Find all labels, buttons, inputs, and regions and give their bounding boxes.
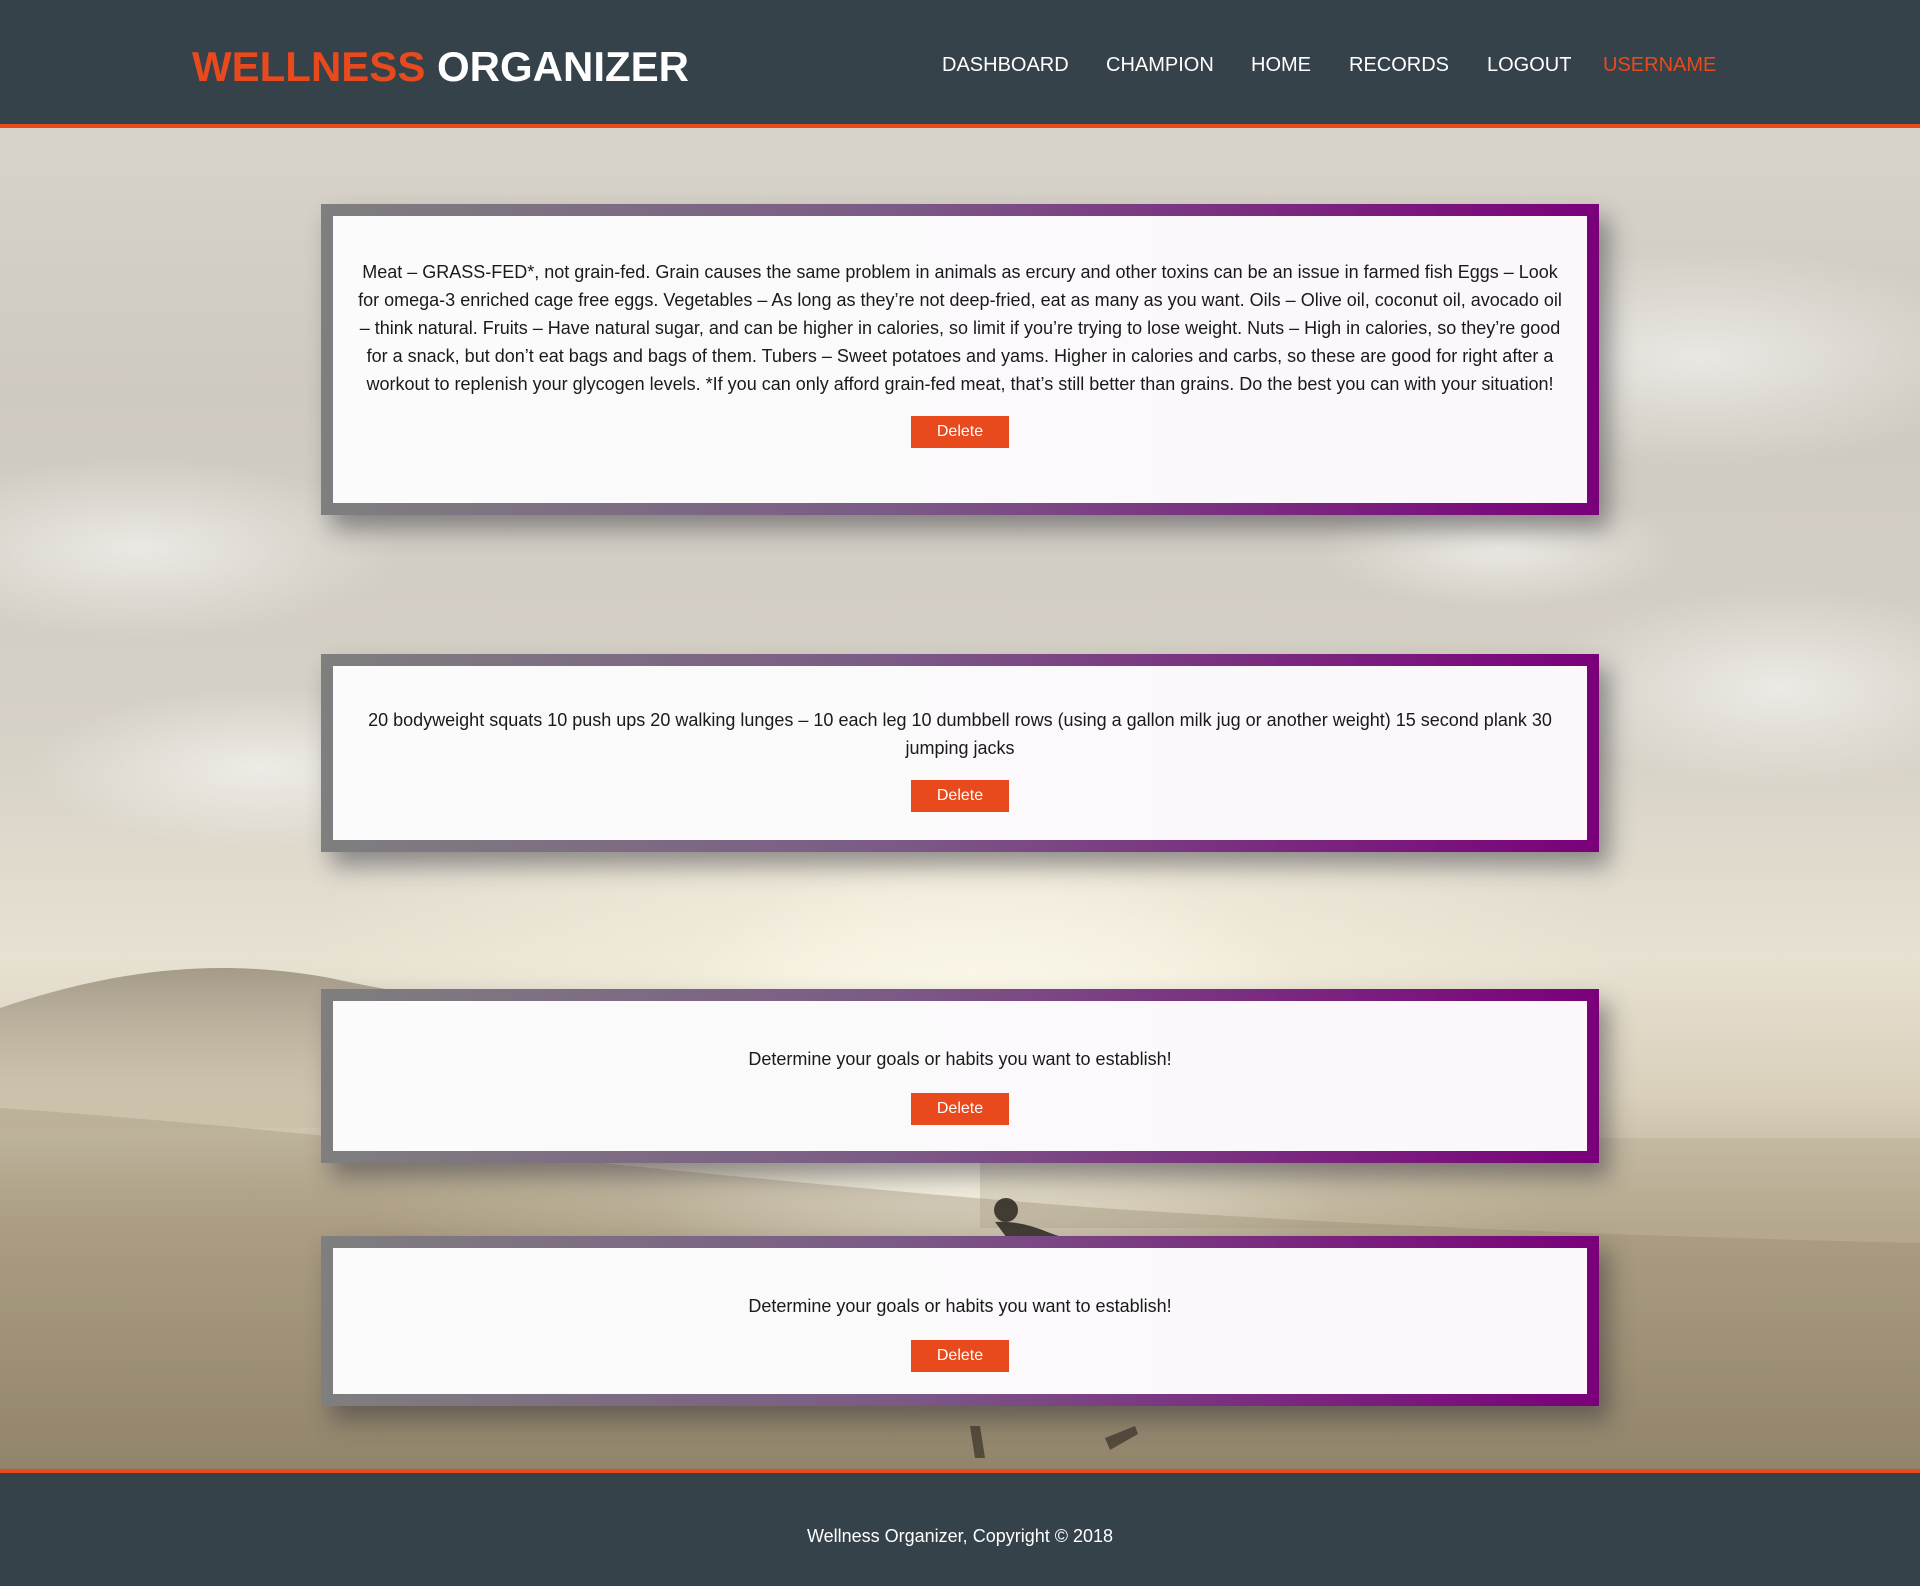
delete-button[interactable]: Delete xyxy=(911,416,1009,448)
record-card-body: Determine your goals or habits you want … xyxy=(333,1248,1587,1394)
nav-home[interactable]: HOME xyxy=(1251,52,1311,78)
site-header: WELLNESS ORGANIZER DASHBOARD CHAMPION HO… xyxy=(0,0,1920,128)
record-card: Determine your goals or habits you want … xyxy=(321,1236,1599,1406)
site-footer: Wellness Organizer, Copyright © 2018 xyxy=(0,1469,1920,1586)
record-text: Meat – GRASS-FED*, not grain-fed. Grain … xyxy=(358,262,1562,394)
nav-logout[interactable]: LOGOUT xyxy=(1487,52,1571,78)
record-card: 20 bodyweight squats 10 push ups 20 walk… xyxy=(321,654,1599,852)
nav-dashboard[interactable]: DASHBOARD xyxy=(942,52,1069,78)
record-card: Meat – GRASS-FED*, not grain-fed. Grain … xyxy=(321,204,1599,515)
delete-button[interactable]: Delete xyxy=(911,1340,1009,1372)
nav-username[interactable]: USERNAME xyxy=(1603,52,1716,78)
record-card-body: Meat – GRASS-FED*, not grain-fed. Grain … xyxy=(333,216,1587,503)
record-card-body: 20 bodyweight squats 10 push ups 20 walk… xyxy=(333,666,1587,840)
nav-champion[interactable]: CHAMPION xyxy=(1106,52,1214,78)
record-card: Determine your goals or habits you want … xyxy=(321,989,1599,1163)
record-text: 20 bodyweight squats 10 push ups 20 walk… xyxy=(368,710,1552,758)
record-text: Determine your goals or habits you want … xyxy=(748,1049,1172,1069)
record-card-body: Determine your goals or habits you want … xyxy=(333,1001,1587,1151)
delete-button[interactable]: Delete xyxy=(911,1093,1009,1125)
delete-button[interactable]: Delete xyxy=(911,780,1009,812)
copyright-text: Wellness Organizer, Copyright © 2018 xyxy=(806,1526,1114,1546)
main-nav: DASHBOARD CHAMPION HOME RECORDS LOGOUT U… xyxy=(0,52,1920,78)
record-text: Determine your goals or habits you want … xyxy=(748,1296,1172,1316)
nav-records[interactable]: RECORDS xyxy=(1349,52,1449,78)
